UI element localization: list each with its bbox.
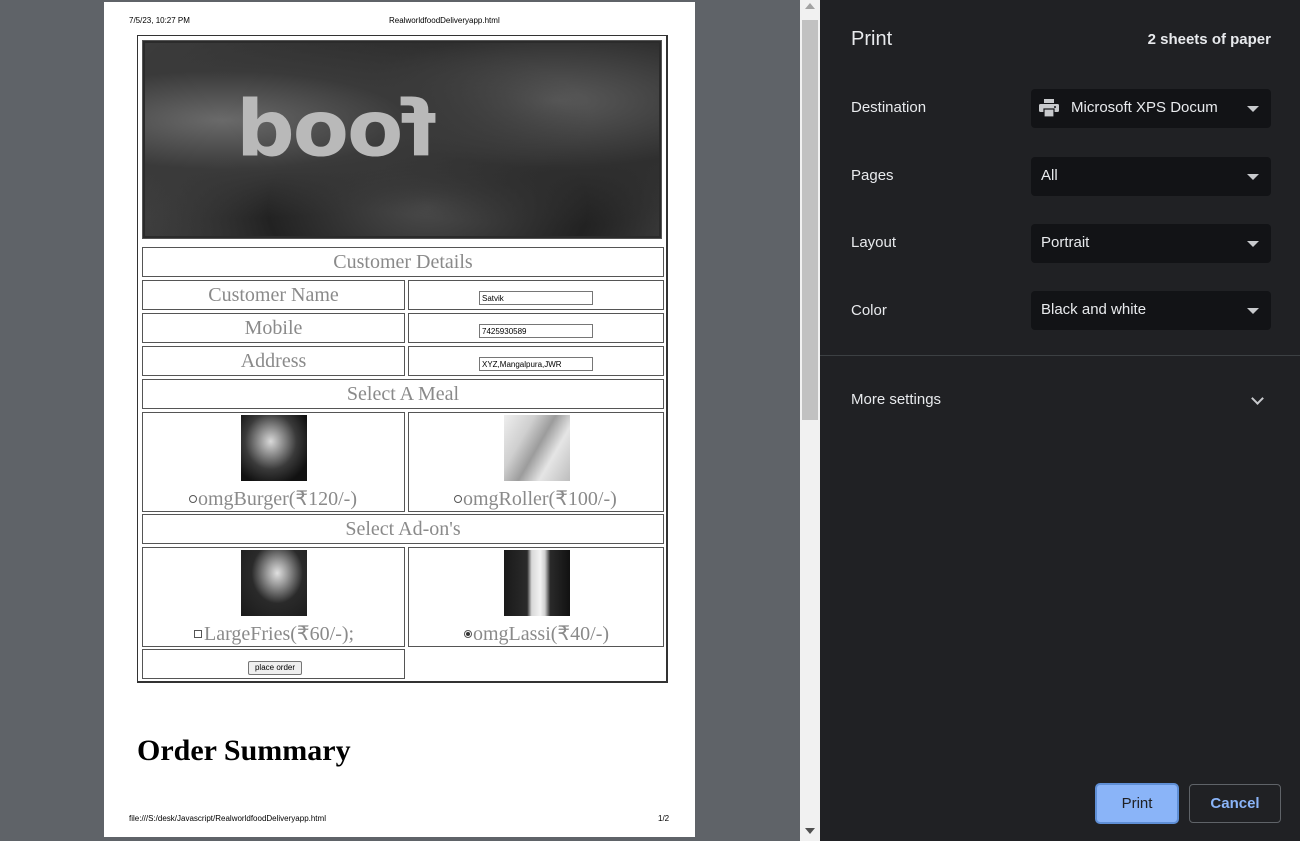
fries-option[interactable]: LargeFries(₹60/-);: [194, 621, 354, 646]
layout-value: Portrait: [1041, 234, 1090, 251]
fries-checkbox[interactable]: [194, 630, 202, 639]
printer-icon: [1039, 99, 1059, 117]
print-settings-panel: Print 2 sheets of paper Destination Micr…: [820, 0, 1300, 841]
customer-name-label: Customer Name: [208, 284, 339, 306]
address-label-cell: Address: [142, 346, 405, 376]
burger-radio[interactable]: [189, 495, 197, 504]
address-input-cell: XYZ,Mangalpura,JWR: [408, 346, 664, 376]
customer-name-input-cell: Satvik: [408, 280, 664, 310]
burger-option-cell: omgBurger(₹120/-): [142, 412, 405, 512]
banner-word: food: [238, 84, 438, 175]
pages-value: All: [1041, 167, 1058, 184]
layout-caret-icon: [1247, 241, 1259, 247]
fries-option-label: LargeFries(₹60/-);: [204, 623, 355, 645]
lassi-image: [504, 550, 570, 616]
layout-select[interactable]: Portrait: [1031, 224, 1271, 263]
customer-details-heading-cell: Customer Details: [142, 247, 664, 277]
addon-heading: Select Ad-on's: [345, 518, 461, 540]
sheet-count: 2 sheets of paper: [1147, 31, 1271, 48]
scroll-down-arrow-icon[interactable]: [805, 828, 815, 834]
page-header-date: 7/5/23, 10:27 PM: [129, 16, 190, 25]
customer-details-heading: Customer Details: [333, 251, 473, 273]
page-footer-number: 1/2: [658, 814, 670, 823]
scroll-up-arrow-icon[interactable]: [805, 3, 815, 9]
pages-select[interactable]: All: [1031, 157, 1271, 196]
destination-value: Microsoft XPS Docum: [1071, 99, 1218, 116]
color-caret-icon: [1247, 308, 1259, 314]
address-input[interactable]: XYZ,Mangalpura,JWR: [479, 357, 593, 371]
fries-option-cell: LargeFries(₹60/-);: [142, 547, 405, 647]
cancel-button[interactable]: Cancel: [1189, 784, 1281, 823]
place-order-cell: place order: [142, 649, 405, 679]
burger-image: [241, 415, 307, 481]
roller-option-cell: omgRoller(₹100/-): [408, 412, 664, 512]
mobile-input[interactable]: 7425930589: [479, 324, 593, 338]
color-label: Color: [851, 302, 887, 319]
order-form-table: food Customer Details Customer Name Satv…: [137, 35, 668, 683]
burger-option-label: omgBurger(₹120/-): [198, 488, 357, 510]
roller-radio[interactable]: [454, 495, 462, 504]
order-summary-title: Order Summary: [137, 734, 351, 767]
customer-name-label-cell: Customer Name: [142, 280, 405, 310]
lassi-option-label: omgLassi(₹40/-): [473, 623, 610, 645]
roller-option[interactable]: omgRoller(₹100/-): [454, 486, 617, 511]
fries-image: [241, 550, 307, 616]
address-label: Address: [240, 350, 307, 372]
layout-label: Layout: [851, 234, 897, 251]
color-value: Black and white: [1041, 301, 1147, 318]
mobile-label-cell: Mobile: [142, 313, 405, 343]
pages-caret-icon: [1247, 174, 1259, 180]
more-settings-toggle[interactable]: More settings: [820, 380, 1300, 420]
print-preview: 7/5/23, 10:27 PM RealworldfoodDeliveryap…: [0, 0, 800, 841]
scrollbar-thumb[interactable]: [802, 20, 818, 420]
meal-heading: Select A Meal: [346, 383, 460, 405]
destination-label: Destination: [851, 99, 927, 116]
meal-heading-cell: Select A Meal: [142, 379, 664, 409]
roller-image: [504, 415, 570, 481]
preview-page: 7/5/23, 10:27 PM RealworldfoodDeliveryap…: [104, 2, 695, 837]
food-banner-image: food: [142, 40, 662, 239]
print-title: Print: [851, 28, 893, 50]
customer-name-input[interactable]: Satvik: [479, 291, 593, 305]
color-select[interactable]: Black and white: [1031, 291, 1271, 330]
settings-divider: [820, 355, 1300, 356]
destination-caret-icon: [1247, 106, 1259, 112]
lassi-option[interactable]: omgLassi(₹40/-): [464, 621, 609, 646]
chevron-down-icon: [1251, 392, 1264, 405]
page-header-filename: RealworldfoodDeliveryapp.html: [389, 16, 500, 25]
preview-scrollbar[interactable]: [800, 0, 820, 841]
lassi-option-cell: omgLassi(₹40/-): [408, 547, 664, 647]
burger-option[interactable]: omgBurger(₹120/-): [189, 486, 357, 511]
mobile-label: Mobile: [244, 317, 303, 339]
destination-select[interactable]: Microsoft XPS Docum: [1031, 89, 1271, 128]
addon-heading-cell: Select Ad-on's: [142, 514, 664, 544]
roller-option-label: omgRoller(₹100/-): [463, 488, 617, 510]
print-button[interactable]: Print: [1095, 783, 1179, 824]
lassi-radio[interactable]: [464, 630, 472, 639]
more-settings-label: More settings: [851, 391, 942, 408]
pages-label: Pages: [851, 167, 894, 184]
mobile-input-cell: 7425930589: [408, 313, 664, 343]
place-order-button[interactable]: place order: [248, 661, 302, 675]
page-footer-url: file:///S:/desk/Javascript/Realworldfood…: [129, 814, 326, 823]
